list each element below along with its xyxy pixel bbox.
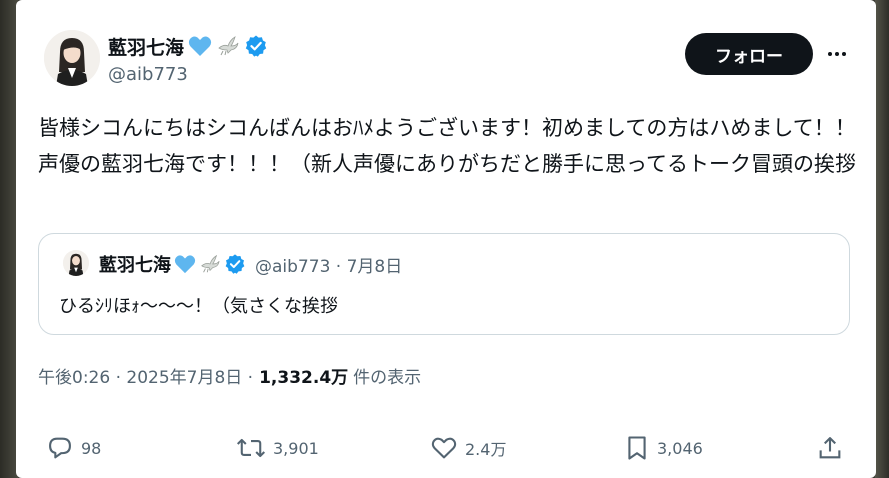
quoted-header: 藍羽七海 @aib773 · 7月8日 <box>99 251 402 277</box>
quoted-avatar <box>63 250 89 276</box>
like-count: 2.4万 <box>465 440 507 459</box>
verified-badge-icon <box>225 254 245 274</box>
video-background-right <box>875 0 889 478</box>
view-count-label: 件の表示 <box>353 368 422 388</box>
share-icon <box>819 437 841 459</box>
dove-icon <box>218 36 239 56</box>
avatar-portrait-icon <box>63 250 89 276</box>
view-count: 1,332.4万 <box>259 368 349 388</box>
dove-icon <box>201 254 220 273</box>
heart-icon <box>431 437 457 459</box>
reply-icon <box>49 437 71 459</box>
author-name-row: 藍羽七海 <box>108 33 268 59</box>
tweet-meta: 午後0:26 · 2025年7月8日 · 1,332.4万 件の表示 <box>38 363 421 388</box>
tweet-timestamp[interactable]: 午後0:26 · 2025年7月8日 · <box>38 363 253 388</box>
avatar[interactable] <box>44 30 100 86</box>
author-display-name[interactable]: 藍羽七海 <box>108 33 184 60</box>
quoted-handle-date: @aib773 · 7月8日 <box>255 256 403 277</box>
reply-count: 98 <box>81 438 102 458</box>
verified-badge-icon <box>245 35 267 57</box>
tweet-card: 藍羽七海 @aib773 フォロー 皆様シコんにちはシコんばんはおﾊﾒようござい… <box>16 0 876 478</box>
avatar-portrait-icon <box>44 30 100 86</box>
bookmark-count: 3,046 <box>657 438 703 458</box>
blue-heart-icon <box>174 255 196 274</box>
bookmark-button[interactable]: 3,046 <box>624 434 703 462</box>
quoted-display-name: 藍羽七海 <box>99 255 171 276</box>
reply-button[interactable]: 98 <box>46 434 101 462</box>
share-button[interactable] <box>816 434 844 462</box>
repost-icon <box>236 438 266 458</box>
repost-count: 3,901 <box>273 438 319 458</box>
quoted-tweet[interactable]: 藍羽七海 @aib773 · 7月8日 ひるｼﾘほｫ〜〜〜！（気さくな挨拶 <box>38 233 850 335</box>
blue-heart-icon <box>188 36 212 56</box>
bookmark-icon <box>628 436 646 460</box>
more-options-icon[interactable] <box>822 42 852 66</box>
action-bar: 98 3,901 2.4万 3,046 <box>16 430 876 470</box>
follow-button[interactable]: フォロー <box>685 33 813 75</box>
quoted-text: ひるｼﾘほｫ〜〜〜！（気さくな挨拶 <box>59 296 338 317</box>
author-handle[interactable]: @aib773 <box>108 64 188 85</box>
tweet-text: 皆様シコんにちはシコんばんはおﾊﾒようございます！初めましての方はハめまして！！… <box>38 116 856 176</box>
repost-button[interactable]: 3,901 <box>236 434 319 462</box>
like-button[interactable]: 2.4万 <box>430 434 506 462</box>
